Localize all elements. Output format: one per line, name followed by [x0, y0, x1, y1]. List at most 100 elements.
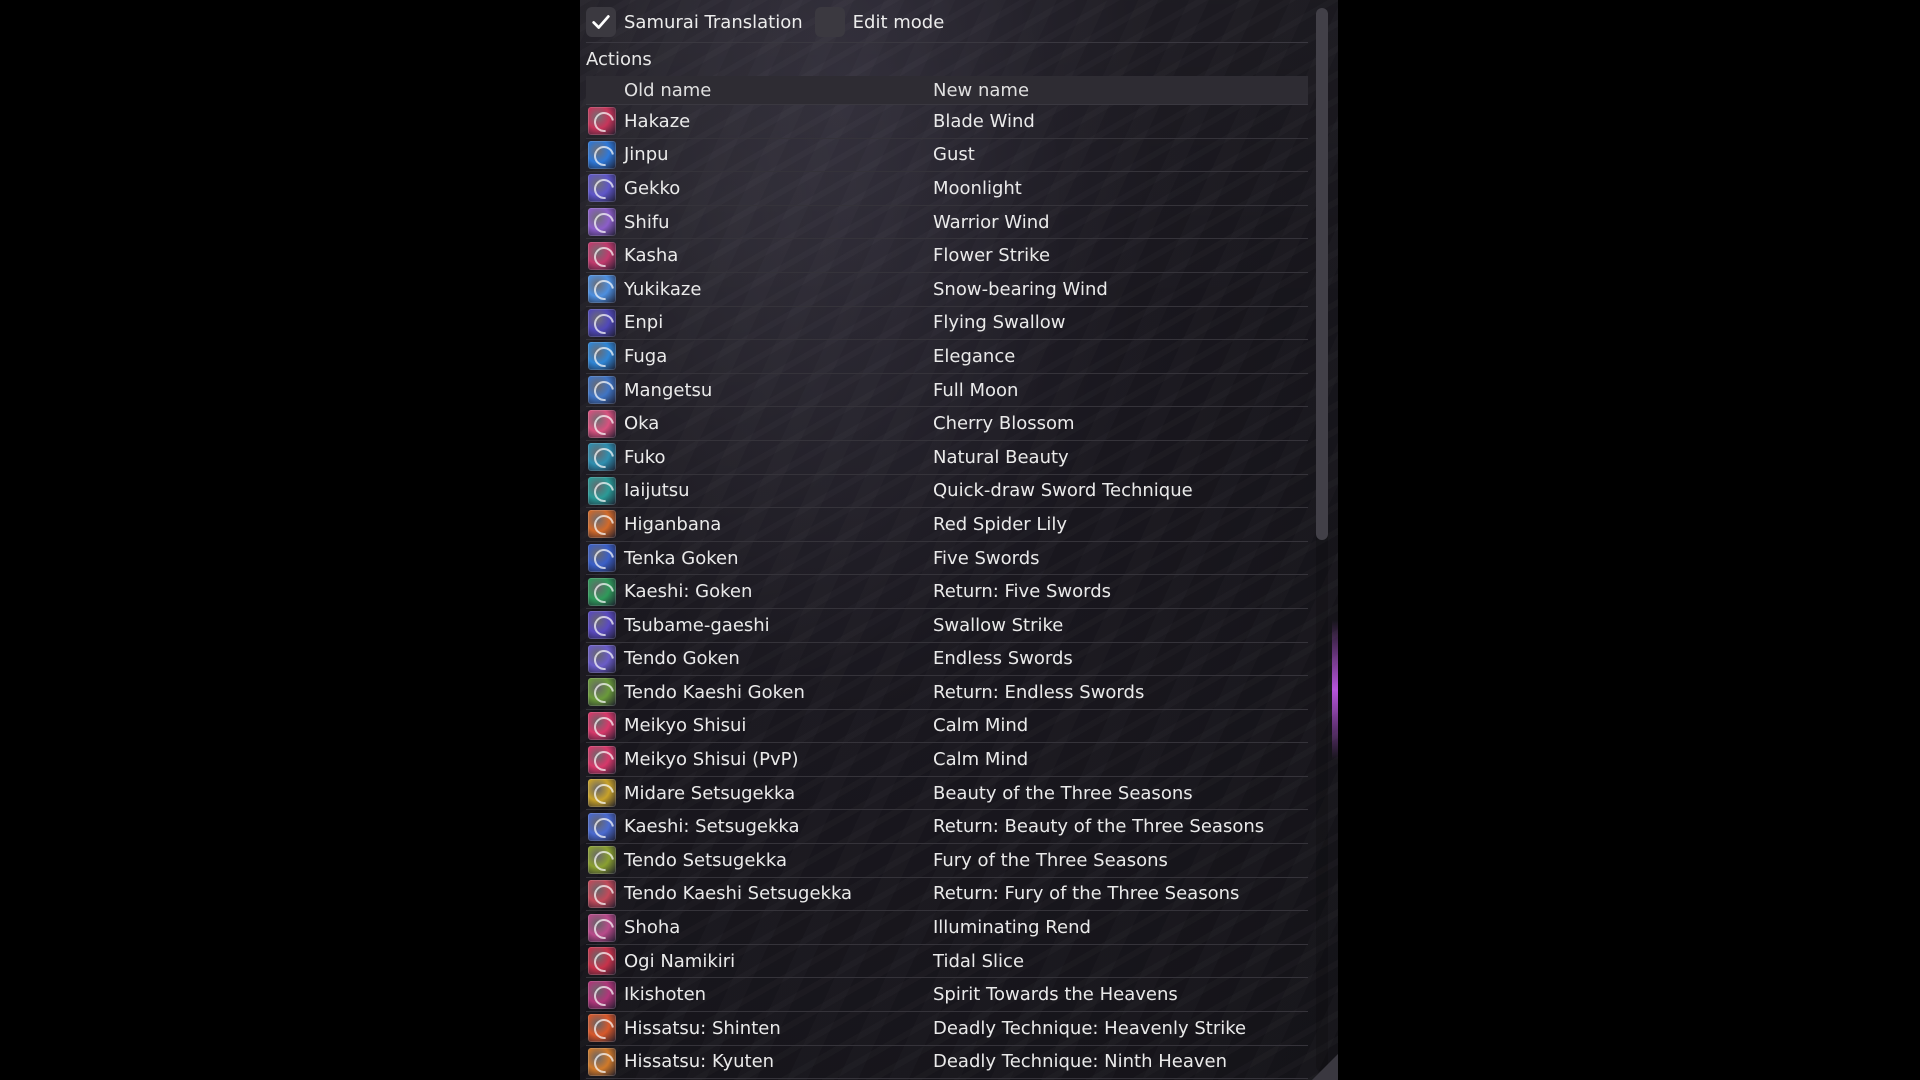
table-row[interactable]: Tendo Goken Endless Swords: [586, 643, 1308, 677]
old-name-cell: Jinpu: [624, 144, 669, 166]
tenka-goken-icon: [588, 544, 616, 573]
gekko-icon: [588, 174, 616, 203]
new-name-cell: Return: Fury of the Three Seasons: [933, 883, 1240, 905]
old-name-cell: Oka: [624, 413, 660, 435]
table-row[interactable]: Ikishoten Spirit Towards the Heavens: [586, 978, 1308, 1013]
new-name-cell: Return: Beauty of the Three Seasons: [933, 816, 1265, 838]
tsubame-gaeshi-icon: [588, 611, 616, 640]
table-row[interactable]: Tendo Kaeshi Setsugekka Return: Fury of t…: [586, 878, 1308, 912]
edit-mode-label[interactable]: Edit mode: [853, 12, 945, 33]
table-row[interactable]: Kaeshi: Setsugekka Return: Beauty of the …: [586, 810, 1308, 845]
new-name-cell: Illuminating Rend: [933, 917, 1091, 939]
old-name-cell: Fuko: [624, 446, 666, 468]
old-name-cell: Kasha: [624, 245, 679, 267]
actions-table: Old name New name Hakaze Blade Wind Jinpu G…: [586, 76, 1308, 1080]
old-name-cell: Midare Setsugekka: [624, 782, 796, 804]
table-row[interactable]: Hissatsu: Shinten Deadly Technique: Heave…: [586, 1012, 1308, 1046]
samurai-translation-label[interactable]: Samurai Translation: [624, 12, 803, 33]
new-name-cell: Moonlight: [933, 177, 1022, 199]
ogi-namikiri-icon: [588, 947, 616, 976]
old-name-cell: Tendo Goken: [624, 648, 740, 670]
table-row[interactable]: Enpi Flying Swallow: [586, 307, 1308, 341]
new-name-cell: Flying Swallow: [933, 312, 1066, 334]
edge-glow: [1332, 620, 1338, 760]
table-row[interactable]: Jinpu Gust: [586, 139, 1308, 173]
table-row[interactable]: Iaijutsu Quick-draw Sword Technique: [586, 475, 1308, 509]
new-name-cell: Return: Endless Swords: [933, 681, 1145, 703]
ikishoten-icon: [588, 980, 616, 1009]
new-name-cell: Endless Swords: [933, 648, 1073, 670]
new-name-cell: Full Moon: [933, 379, 1019, 401]
new-name-cell: Snow-bearing Wind: [933, 278, 1108, 300]
new-name-cell: Calm Mind: [933, 749, 1029, 771]
new-name-cell: Return: Five Swords: [933, 581, 1112, 603]
hakaze-icon: [588, 107, 616, 136]
new-name-cell: Cherry Blossom: [933, 413, 1075, 435]
new-name-cell: Natural Beauty: [933, 446, 1069, 468]
table-row[interactable]: Oka Cherry Blossom: [586, 407, 1308, 441]
table-row[interactable]: Kaeshi: Goken Return: Five Swords: [586, 575, 1308, 609]
scrollbar-thumb[interactable]: [1316, 8, 1328, 540]
translation-panel: Samurai Translation Edit mode Actions Ol…: [580, 0, 1338, 1080]
table-row[interactable]: Higanbana Red Spider Lily: [586, 508, 1308, 542]
kaeshi-setsugekka-icon: [588, 812, 616, 841]
old-name-cell: Shifu: [624, 211, 670, 233]
column-header-new-name[interactable]: New name: [933, 80, 1308, 101]
old-name-cell: Enpi: [624, 312, 664, 334]
edit-mode-checkbox[interactable]: [814, 7, 845, 37]
new-name-cell: Blade Wind: [933, 110, 1035, 132]
table-row[interactable]: Meikyo Shisui (PvP) Calm Mind: [586, 743, 1308, 777]
table-row[interactable]: Ogi Namikiri Tidal Slice: [586, 945, 1308, 979]
meikyo-shisui-icon: [588, 711, 616, 740]
table-row[interactable]: Mangetsu Full Moon: [586, 374, 1308, 408]
table-row[interactable]: Shoha Illuminating Rend: [586, 911, 1308, 945]
new-name-cell: Deadly Technique: Heavenly Strike: [933, 1017, 1247, 1039]
old-name-cell: Tendo Kaeshi Setsugekka: [624, 883, 853, 905]
table-row[interactable]: Midare Setsugekka Beauty of the Three Sea…: [586, 777, 1308, 811]
shifu-icon: [588, 208, 616, 237]
new-name-cell: Fury of the Three Seasons: [933, 849, 1168, 871]
tendo-kaeshi-setsugekka-icon: [588, 879, 616, 908]
check-icon: [592, 15, 610, 29]
table-row[interactable]: Shifu Warrior Wind: [586, 206, 1308, 240]
samurai-translation-checkbox[interactable]: [586, 7, 616, 37]
yukikaze-icon: [588, 275, 616, 304]
toolbar: Samurai Translation Edit mode: [586, 6, 956, 38]
new-name-cell: Flower Strike: [933, 245, 1051, 267]
new-name-cell: Tidal Slice: [933, 950, 1025, 972]
column-header-old-name[interactable]: Old name: [586, 80, 933, 101]
table-row[interactable]: Fuko Natural Beauty: [586, 441, 1308, 475]
tendo-kaeshi-goken-icon: [588, 678, 616, 707]
old-name-cell: Higanbana: [624, 513, 722, 535]
old-name-cell: Hakaze: [624, 110, 691, 132]
table-row[interactable]: Yukikaze Snow-bearing Wind: [586, 273, 1308, 307]
new-name-cell: Beauty of the Three Seasons: [933, 782, 1193, 804]
table-row[interactable]: Meikyo Shisui Calm Mind: [586, 710, 1308, 744]
old-name-cell: Meikyo Shisui: [624, 715, 747, 737]
resize-grip[interactable]: [1312, 1054, 1338, 1080]
enpi-icon: [588, 308, 616, 337]
old-name-cell: Shoha: [624, 917, 681, 939]
section-title: Actions: [586, 49, 652, 70]
toolbar-divider: [586, 42, 1308, 43]
old-name-cell: Tenka Goken: [624, 547, 739, 569]
new-name-cell: Calm Mind: [933, 715, 1029, 737]
new-name-cell: Gust: [933, 144, 975, 166]
table-row[interactable]: Tenka Goken Five Swords: [586, 542, 1308, 576]
table-row[interactable]: Tsubame-gaeshi Swallow Strike: [586, 609, 1308, 643]
table-row[interactable]: Hissatsu: Kyuten Deadly Technique: Ninth …: [586, 1046, 1308, 1080]
new-name-cell: Warrior Wind: [933, 211, 1050, 233]
table-row[interactable]: Fuga Elegance: [586, 340, 1308, 374]
hissatsu-kyuten-icon: [588, 1047, 616, 1076]
old-name-cell: Fuga: [624, 345, 668, 367]
table-row[interactable]: Gekko Moonlight: [586, 172, 1308, 206]
scrollbar-track[interactable]: [1316, 8, 1328, 1072]
table-row[interactable]: Tendo Setsugekka Fury of the Three Season…: [586, 844, 1308, 878]
table-header: Old name New name: [586, 76, 1308, 105]
old-name-cell: Ogi Namikiri: [624, 950, 736, 972]
table-row[interactable]: Tendo Kaeshi Goken Return: Endless Swords: [586, 676, 1308, 710]
new-name-cell: Quick-draw Sword Technique: [933, 480, 1193, 502]
table-row[interactable]: Kasha Flower Strike: [586, 239, 1308, 273]
table-row[interactable]: Hakaze Blade Wind: [586, 105, 1308, 139]
new-name-cell: Deadly Technique: Ninth Heaven: [933, 1051, 1228, 1073]
